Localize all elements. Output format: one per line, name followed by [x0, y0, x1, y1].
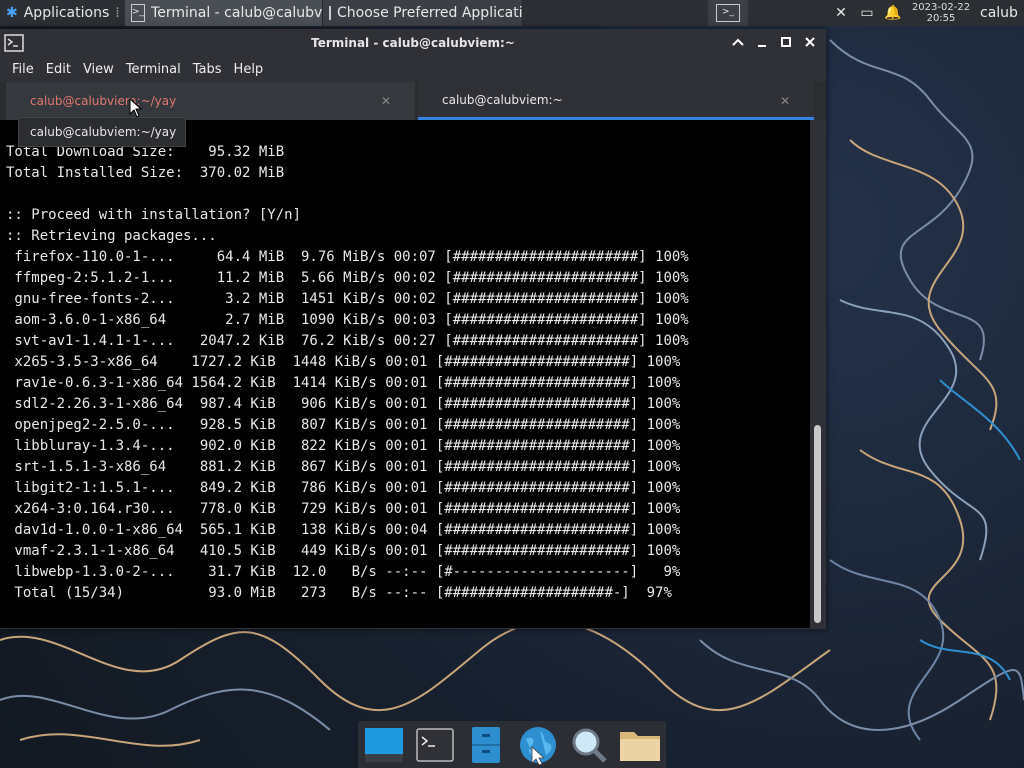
- terminal-line: x264-3:0.164.r30... 778.0 KiB 729 KiB/s …: [6, 501, 681, 517]
- terminal-line: Total (15/34) 93.0 MiB 273 B/s --:-- [##…: [6, 585, 672, 601]
- dock-web-browser[interactable]: [517, 724, 559, 766]
- tab-yay-label: calub@calubviem:~/yay: [30, 94, 177, 108]
- window-icon: [329, 6, 331, 20]
- terminal-line: svt-av1-1.4.1-1-... 2047.2 KiB 76.2 KiB/…: [6, 333, 689, 349]
- clock-date: 2023-02-22: [911, 2, 971, 13]
- clock[interactable]: 2023-02-22 20:55: [906, 2, 976, 24]
- terminal-line: aom-3.6.0-1-x86_64 2.7 MiB 1090 KiB/s 00…: [6, 312, 689, 328]
- tab-yay[interactable]: calub@calubviem:~/yay ✕: [6, 82, 415, 120]
- applications-menu-button[interactable]: ✱ Applications ⁞: [0, 0, 125, 26]
- minimize-icon: [758, 45, 766, 47]
- tab-home-close-icon[interactable]: ✕: [780, 94, 790, 108]
- menu-edit[interactable]: Edit: [40, 62, 77, 77]
- menubar: File Edit View Terminal Tabs Help: [0, 56, 826, 82]
- tab-tooltip: calub@calubviem:~/yay: [18, 117, 186, 147]
- applications-label: Applications: [23, 5, 110, 21]
- close-icon: [805, 37, 815, 47]
- terminal-line: Total Installed Size: 370.02 MiB: [6, 165, 285, 181]
- dock-show-desktop[interactable]: [363, 724, 405, 766]
- dock-file-manager[interactable]: [465, 724, 507, 766]
- clock-time: 20:55: [926, 13, 956, 24]
- mic-muted-icon[interactable]: ✕: [828, 0, 854, 26]
- taskbar-terminal-label: Terminal - calub@calubviem:~: [151, 5, 323, 21]
- web-browser-icon: [519, 726, 556, 765]
- show-desktop-icon: [364, 727, 403, 762]
- terminal-line: libwebp-1.3.0-2-... 31.7 KiB 12.0 B/s --…: [6, 564, 681, 580]
- terminal-line: rav1e-0.6.3-1-x86_64 1564.2 KiB 1414 KiB…: [6, 375, 681, 391]
- applications-icon: ✱: [6, 5, 18, 21]
- window-title: Terminal - calub@calubviem:~: [311, 35, 515, 50]
- app-finder-icon: [572, 728, 607, 763]
- terminal-line: ffmpeg-2:5.1.2-1... 11.2 MiB 5.66 MiB/s …: [6, 270, 689, 286]
- terminal-line: libgit2-1:1.5.1-... 849.2 KiB 786 KiB/s …: [6, 480, 681, 496]
- tab-bar: calub@calubviem:~/yay ✕ calub@calubviem:…: [0, 82, 826, 120]
- terminal-line: srt-1.5.1-3-x86_64 881.2 KiB 867 KiB/s 0…: [6, 459, 681, 475]
- dock-app-finder[interactable]: [568, 724, 610, 766]
- taskbar-preferred-app-label: Choose Preferred Application: [337, 5, 523, 21]
- chevron-up-icon: [732, 38, 744, 46]
- terminal-line: gnu-free-fonts-2... 3.2 MiB 1451 KiB/s 0…: [6, 291, 689, 307]
- terminal-line: libbluray-1.3.4-... 902.0 KiB 822 KiB/s …: [6, 438, 681, 454]
- dock-terminal[interactable]: [414, 724, 456, 766]
- menu-help[interactable]: Help: [228, 62, 270, 77]
- dock: [358, 721, 666, 768]
- taskbar-terminal[interactable]: >_ Terminal - calub@calubviem:~: [125, 0, 323, 26]
- tab-home[interactable]: calub@calubviem:~ ✕: [418, 82, 814, 120]
- terminal-line: dav1d-1.0.0-1-x86_64 565.1 KiB 138 KiB/s…: [6, 522, 681, 538]
- taskbar-preferred-app[interactable]: Choose Preferred Application: [323, 0, 523, 26]
- terminal-line: :: Retrieving packages...: [6, 228, 217, 244]
- menu-view[interactable]: View: [77, 62, 120, 77]
- tab-home-label: calub@calubviem:~: [442, 92, 563, 107]
- terminal-output-area[interactable]: Total Download Size: 95.32 MiB Total Inst…: [0, 120, 810, 628]
- notification-bell-icon[interactable]: 🔔: [880, 0, 906, 26]
- scrollbar-thumb[interactable]: [814, 425, 821, 623]
- maximize-button[interactable]: [776, 32, 796, 52]
- minimize-button[interactable]: [752, 32, 772, 52]
- terminal-workspace-icon: >_: [716, 4, 740, 22]
- tab-yay-close-icon[interactable]: ✕: [381, 94, 391, 108]
- terminal-line: openjpeg2-2.5.0-... 928.5 KiB 807 KiB/s …: [6, 417, 681, 433]
- shade-button[interactable]: [728, 32, 748, 52]
- terminal-text: Total Download Size: 95.32 MiB Total Inst…: [0, 142, 810, 604]
- terminal-line: vmaf-2.3.1-1-x86_64 410.5 KiB 449 KiB/s …: [6, 543, 681, 559]
- folder-icon: [620, 731, 661, 761]
- terminal-icon: [416, 727, 454, 762]
- window-titlebar[interactable]: Terminal - calub@calubviem:~: [0, 29, 826, 56]
- workspace-switcher[interactable]: >_: [708, 0, 748, 26]
- terminal-line: sdl2-2.26.3-1-x86_64 987.4 KiB 906 KiB/s…: [6, 396, 681, 412]
- terminal-line: firefox-110.0-1-... 64.4 MiB 9.76 MiB/s …: [6, 249, 689, 265]
- close-button[interactable]: [800, 32, 820, 52]
- menu-tabs[interactable]: Tabs: [187, 62, 228, 77]
- terminal-scrollbar[interactable]: [810, 120, 826, 628]
- file-manager-icon: [472, 726, 501, 763]
- separator-icon: ⁞: [115, 5, 120, 21]
- window-controls: [728, 32, 820, 52]
- user-menu[interactable]: calub: [976, 0, 1024, 26]
- top-panel: ✱ Applications ⁞ >_ Terminal - calub@cal…: [0, 0, 1024, 26]
- system-tray: >_ ✕ ▭ 🔔 2023-02-22 20:55 calub: [708, 0, 1024, 26]
- user-label: calub: [980, 5, 1018, 21]
- battery-icon[interactable]: ▭: [854, 0, 880, 26]
- menu-terminal[interactable]: Terminal: [120, 62, 187, 77]
- mouse-pointer-icon: [129, 98, 143, 118]
- menu-file[interactable]: File: [6, 62, 40, 77]
- maximize-icon: [781, 37, 791, 47]
- terminal-line: :: Proceed with installation? [Y/n]: [6, 207, 302, 223]
- dock-folder[interactable]: [619, 724, 661, 766]
- terminal-line: x265-3.5-3-x86_64 1727.2 KiB 1448 KiB/s …: [6, 354, 681, 370]
- terminal-icon: >_: [131, 4, 146, 22]
